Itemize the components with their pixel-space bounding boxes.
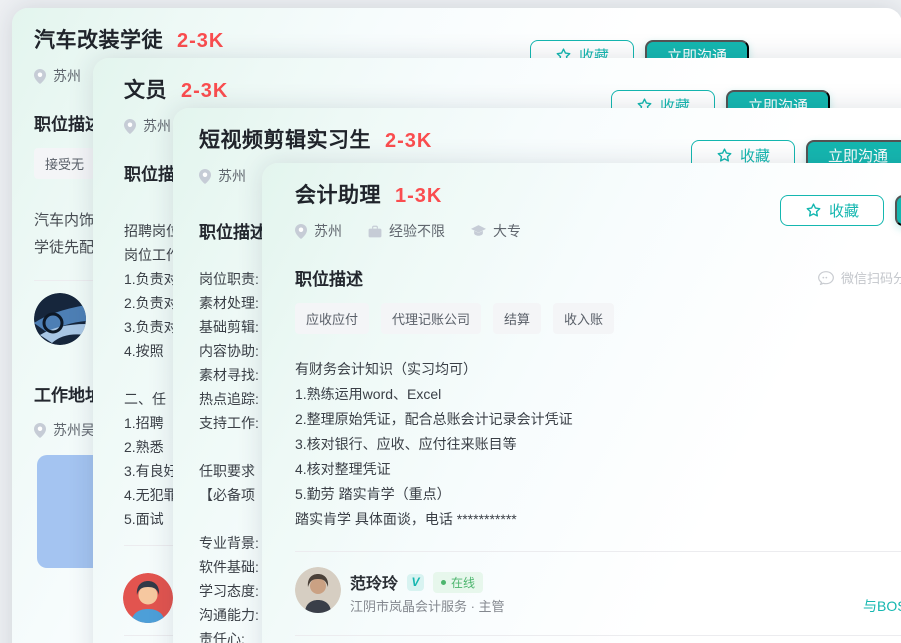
recruiter-name: 范玲玲 xyxy=(350,570,398,594)
job-header: 汽车改装学徒 2-3K xyxy=(34,24,224,54)
job-description-text: 岗位职责: 素材处理: 基础剪辑: 内容协助: 素材寻找: 热点追踪: 支持工作… xyxy=(199,267,259,643)
recruiter-row: 范玲玲 V 在线 xyxy=(350,570,483,594)
job-education: 大专 xyxy=(471,221,521,241)
recruiter-avatar xyxy=(123,573,173,623)
job-detail-stack: 汽车改装学徒 2-3K 苏州 收藏 立即沟通 职位描述 接受无 汽车内饰 学徒先… xyxy=(0,0,901,643)
job-keyword-tag: 结算 xyxy=(493,303,541,334)
briefcase-icon xyxy=(368,225,382,238)
job-experience: 经验不限 xyxy=(368,221,445,241)
job-meta: 苏州 xyxy=(34,66,81,86)
recruiter-avatar[interactable] xyxy=(295,567,341,613)
job-title: 汽车改装学徒 xyxy=(34,24,163,54)
job-description-text: 汽车内饰 学徒先配 xyxy=(34,207,94,261)
divider xyxy=(295,635,901,636)
job-description-heading: 职位描述 xyxy=(34,110,102,135)
star-icon xyxy=(805,202,822,219)
job-meta: 苏州 经验不限 大专 xyxy=(295,221,521,241)
job-description-heading: 职位描述 xyxy=(199,218,267,243)
divider xyxy=(295,551,901,552)
job-location: 苏州 xyxy=(34,66,81,86)
job-keyword-tag: 代理记账公司 xyxy=(381,303,481,334)
job-description-text: 招聘岗位 岗位工作 1.负责对 2.负责对 3.负责对 4.按照 二、任 1.招… xyxy=(124,219,180,531)
job-meta: 苏州 xyxy=(199,166,246,186)
job-location: 苏州 xyxy=(199,166,246,186)
graduation-cap-icon xyxy=(471,225,486,237)
location-pin-icon xyxy=(124,119,136,134)
job-header: 会计助理 1-3K xyxy=(295,179,442,209)
job-keyword-tag: 应收应付 xyxy=(295,303,369,334)
location-pin-icon xyxy=(34,423,46,438)
job-meta: 苏州 xyxy=(124,116,171,136)
location-pin-icon xyxy=(295,224,307,239)
job-salary: 2-3K xyxy=(385,130,432,153)
recruiter-company-title: 江阴市岚晶会计服务 · 主管 xyxy=(350,596,505,615)
chat-bubble-icon xyxy=(818,271,834,285)
job-salary: 2-3K xyxy=(177,30,224,53)
verified-badge-icon: V xyxy=(407,574,424,591)
job-title: 文员 xyxy=(124,74,167,104)
job-salary: 2-3K xyxy=(181,80,228,103)
job-location: 苏州 xyxy=(295,221,342,241)
job-title: 会计助理 xyxy=(295,179,381,209)
job-header: 短视频剪辑实习生 2-3K xyxy=(199,124,432,154)
job-card-accounting-assistant: 会计助理 1-3K 苏州 经验不限 大专 收藏 立即沟通 职位描述 微信扫 xyxy=(262,163,901,643)
job-keyword-tags: 接受无 xyxy=(34,148,95,179)
job-location: 苏州 xyxy=(124,116,171,136)
job-salary: 1-3K xyxy=(395,185,442,208)
job-title: 短视频剪辑实习生 xyxy=(199,124,371,154)
location-pin-icon xyxy=(34,69,46,84)
job-header: 文员 2-3K xyxy=(124,74,228,104)
work-address: 苏州吴 xyxy=(34,420,95,440)
job-keyword-tag: 收入账 xyxy=(553,303,614,334)
chat-now-button[interactable]: 立即沟通 xyxy=(895,195,901,226)
online-status-badge: 在线 xyxy=(433,572,483,593)
star-icon xyxy=(716,147,733,164)
job-description-text: 有财务会计知识（实习均可） 1.熟练运用word、Excel 2.整理原始凭证，… xyxy=(295,357,573,532)
job-keyword-tags: 应收应付 代理记账公司 结算 收入账 xyxy=(295,303,614,334)
location-pin-icon xyxy=(199,169,211,184)
job-keyword-tag: 接受无 xyxy=(34,148,95,179)
wechat-share-hint: 微信扫码分 xyxy=(818,268,901,287)
work-address-heading: 工作地址 xyxy=(34,381,102,406)
online-dot-icon xyxy=(441,580,446,585)
favorite-button[interactable]: 收藏 xyxy=(780,195,884,226)
job-photo-avatar xyxy=(34,293,86,345)
boss-chat-link[interactable]: 与BOS xyxy=(863,596,901,616)
job-description-heading: 职位描述 xyxy=(295,265,363,290)
